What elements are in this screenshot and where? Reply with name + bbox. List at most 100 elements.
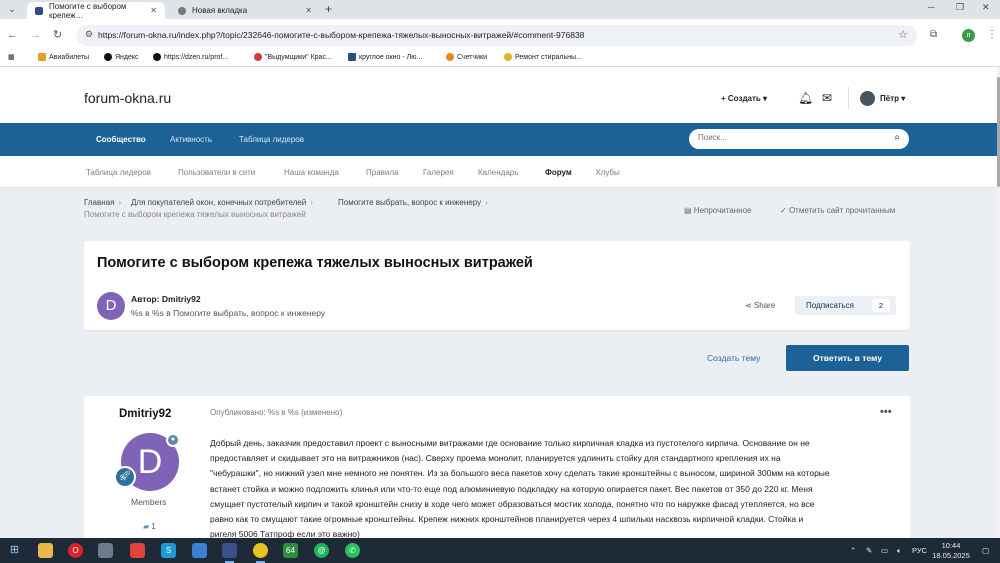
opera-icon[interactable]: O: [68, 543, 83, 558]
author-avatar[interactable]: D: [97, 292, 125, 320]
globe-icon: [153, 53, 161, 61]
chevron-right-icon: ›: [310, 198, 313, 207]
apps-grid-icon[interactable]: ▦: [8, 53, 15, 61]
search-icon[interactable]: ⌕: [894, 132, 900, 143]
tab-forum[interactable]: Помогите с выбором крепеж… ✕: [27, 1, 165, 20]
comment-icon: ▰: [143, 522, 150, 531]
url-text[interactable]: https://forum-okna.ru/index.php?/topic/2…: [98, 30, 584, 40]
breadcrumb-item[interactable]: Для покупателей окон, конечных потребите…: [131, 198, 313, 207]
mark-read-link[interactable]: ✓ Отметить сайт прочитанным: [780, 206, 895, 215]
bookmark-item[interactable]: круглое окно - Лю...: [348, 53, 422, 61]
globe-icon: [104, 53, 112, 61]
user-menu[interactable]: Пётр ▾: [880, 94, 905, 103]
online-status-icon: ●: [166, 433, 180, 447]
bookmark-item[interactable]: Ремонт стиральны...: [504, 53, 582, 61]
bookmark-item[interactable]: Авиабилеты: [38, 53, 89, 61]
tray-chevron-up-icon[interactable]: ⌃: [850, 546, 856, 555]
anydesk-icon[interactable]: [130, 543, 145, 558]
tab-search-icon[interactable]: ⌄: [4, 2, 20, 17]
search-input[interactable]: [698, 133, 878, 142]
rank-rocket-icon: 🚀︎: [114, 466, 136, 488]
app-64-icon[interactable]: 64: [283, 543, 298, 558]
nav-community[interactable]: Сообщество: [96, 135, 146, 144]
notifications-bell-icon[interactable]: 🔔︎: [798, 91, 813, 105]
nav-activity[interactable]: Активность: [170, 135, 212, 144]
start-windows-icon[interactable]: ⊞: [7, 543, 22, 558]
post-author[interactable]: Dmitriy92: [119, 408, 171, 420]
unread-link[interactable]: ▤ Непрочитанное: [684, 206, 751, 215]
bookmark-star-icon[interactable]: ☆: [898, 28, 908, 41]
post-options-icon[interactable]: •••: [880, 406, 892, 418]
tab-title: Помогите с выбором крепеж…: [49, 1, 127, 20]
file-explorer-icon[interactable]: [38, 543, 53, 558]
breadcrumb-item[interactable]: Помогите выбрать, вопрос к инженеру ›: [338, 198, 488, 207]
bookmark-item[interactable]: https://dzen.ru/prof...: [153, 53, 228, 61]
tab-close-icon[interactable]: ✕: [150, 6, 157, 15]
bookmark-item[interactable]: Счетчики: [446, 53, 487, 61]
topic-author[interactable]: Автор: Dmitriy92: [131, 294, 201, 304]
site-logo[interactable]: forum-okna.ru: [84, 90, 171, 106]
post: Dmitriy92 D ● 🚀︎ Members ▰ 1 Опубликован…: [84, 396, 910, 538]
create-topic-link[interactable]: Создать тему: [707, 353, 760, 363]
profile-avatar[interactable]: п: [962, 29, 975, 42]
subnav-gallery[interactable]: Галерея: [423, 168, 454, 177]
nav-leaderboard[interactable]: Таблица лидеров: [239, 135, 304, 144]
subnav-online-users[interactable]: Пользователи в сети: [178, 168, 255, 177]
app-icon[interactable]: [192, 543, 207, 558]
skype-icon[interactable]: S: [161, 543, 176, 558]
tab-new[interactable]: Новая вкладка ✕: [170, 2, 320, 19]
browser-menu-icon[interactable]: ⋮: [987, 29, 997, 40]
clock-date: 18.05.2025: [932, 551, 970, 560]
post-content: Добрый день, заказчик предоставил проект…: [210, 438, 830, 538]
create-button[interactable]: + Создать ▾: [721, 94, 767, 103]
tab-close-icon[interactable]: ✕: [305, 6, 312, 15]
check-circle-icon: ✓: [780, 206, 787, 215]
post-count: ▰ 1: [143, 522, 156, 531]
subnav-rules[interactable]: Правила: [366, 168, 398, 177]
reload-icon[interactable]: ↻: [53, 28, 62, 42]
new-tab-plus-icon[interactable]: +: [325, 2, 332, 17]
subnav-leaderboard[interactable]: Таблица лидеров: [86, 168, 151, 177]
share-button[interactable]: ⋖ Share: [745, 301, 775, 310]
subnav-our-team[interactable]: Наша команда: [284, 168, 339, 177]
user-avatar[interactable]: [860, 91, 875, 106]
page-viewport: forum-okna.ru + Создать ▾ 🔔︎ ✉ Пётр ▾ Со…: [0, 67, 997, 538]
tray-app-icon[interactable]: ✎: [866, 546, 872, 555]
clock[interactable]: 10:44 18.05.2025: [930, 541, 972, 561]
subnav-forum[interactable]: Форум: [545, 168, 572, 177]
close-window-icon[interactable]: ✕: [982, 2, 990, 13]
follow-label: Подписаться: [806, 301, 854, 310]
bookmarks-bar: ▦ Авиабилеты Яндекс https://dzen.ru/prof…: [0, 51, 1000, 67]
network-icon[interactable]: ▭: [881, 546, 888, 555]
maximize-icon[interactable]: ❐: [956, 2, 964, 13]
volume-icon[interactable]: 🔈︎: [897, 546, 902, 556]
bookmark-item[interactable]: Яндекс: [104, 53, 139, 61]
subnav-calendar[interactable]: Календарь: [478, 168, 518, 177]
breadcrumb-item[interactable]: Главная ›: [84, 198, 121, 207]
notification-center-icon[interactable]: ▢: [982, 546, 989, 555]
extensions-icon[interactable]: ⧉: [930, 29, 937, 40]
topic-header: Помогите с выбором крепежа тяжелых вынос…: [84, 241, 910, 330]
address-bar[interactable]: ⚙ https://forum-okna.ru/index.php?/topic…: [77, 25, 917, 46]
follower-count: 2: [872, 299, 890, 312]
bookmark-item[interactable]: "Выдумщики" Крас...: [254, 53, 332, 61]
minimize-icon[interactable]: ─: [928, 2, 934, 12]
share-icon: ⋖: [745, 301, 752, 310]
language-indicator[interactable]: РУС: [912, 546, 927, 555]
site-icon: [504, 53, 512, 61]
taskbar-active-app-icon[interactable]: [222, 543, 237, 563]
chevron-right-icon: ›: [485, 198, 488, 207]
back-arrow-icon[interactable]: ←: [7, 28, 18, 42]
search-box: ⌕: [689, 129, 909, 149]
messenger-icon[interactable]: @: [314, 543, 329, 558]
follow-button[interactable]: Подписаться 2: [795, 296, 896, 315]
whatsapp-icon[interactable]: ✆: [345, 543, 360, 558]
messages-envelope-icon[interactable]: ✉: [822, 91, 832, 105]
site-info-icon[interactable]: ⚙: [85, 29, 93, 40]
chrome-icon[interactable]: [253, 543, 268, 563]
app-icon[interactable]: [98, 543, 113, 558]
subnav-clubs[interactable]: Клубы: [596, 168, 620, 177]
topic-meta: %s в %s в Помогите выбрать, вопрос к инж…: [131, 308, 326, 318]
forward-arrow-icon[interactable]: →: [30, 28, 41, 42]
reply-button[interactable]: Ответить в тему: [786, 345, 909, 371]
